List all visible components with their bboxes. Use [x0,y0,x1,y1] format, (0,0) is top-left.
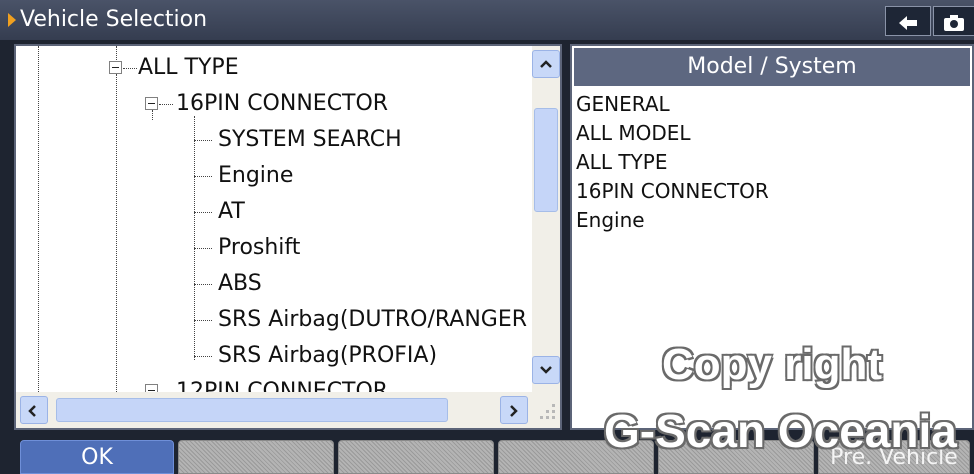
model-row-16pin-connector: 16PIN CONNECTOR [576,179,769,203]
camera-icon [944,15,964,31]
tree-node-16pin-connector[interactable]: 16PIN CONNECTOR [176,86,388,122]
tree-guide-line [152,110,153,120]
scroll-up-button[interactable] [532,50,560,78]
tree-guide-line [159,104,173,105]
tree-guide-line [194,356,212,357]
chevron-down-icon [540,366,552,374]
model-system-header: Model / System [574,48,970,86]
vertical-scroll-thumb[interactable] [534,108,558,212]
chevron-right-icon [510,405,518,417]
resize-grip-icon [532,392,560,428]
tree-guide-line [194,320,212,321]
back-arrow-icon [899,16,917,30]
tree-guide-line [194,284,212,285]
watermark-copyright: Copy right [662,340,882,389]
model-row-engine: Engine [576,208,645,232]
tree-guide-line [116,46,117,62]
tree-node-12pin-connector[interactable]: 12PIN CONNECTOR [176,374,388,392]
model-row-all-model: ALL MODEL [576,121,691,145]
ok-button[interactable]: OK [20,440,174,474]
tree-guide-line [116,74,117,392]
tree-guide-line [194,248,212,249]
tree-guide-line [38,46,39,392]
chevron-left-icon [28,405,36,417]
collapse-toggle-icon[interactable] [109,61,122,74]
tree-guide-line [194,116,195,360]
tree-guide-line [194,140,212,141]
vertical-scrollbar[interactable] [532,46,560,392]
model-row-all-type: ALL TYPE [576,150,668,174]
horizontal-scroll-thumb[interactable] [56,398,448,422]
tree-guide-line [194,212,212,213]
chevron-up-icon [540,60,552,68]
tree-guide-line [194,176,212,177]
scroll-right-button[interactable] [500,396,528,424]
tree-leaf-at[interactable]: AT [218,194,245,230]
tree-leaf-system-search[interactable]: SYSTEM SEARCH [218,122,402,158]
title-bar: Vehicle Selection [0,0,974,40]
camera-button[interactable] [933,6,974,36]
page-title: Vehicle Selection [20,7,208,32]
tree-leaf-proshift[interactable]: Proshift [218,230,300,266]
watermark-company: G-Scan Oceania [604,405,957,457]
tree-guide-line [123,68,137,69]
empty-button-3 [338,440,494,474]
title-arrow-icon [8,13,16,27]
tree-leaf-srs-airbag-dutro[interactable]: SRS Airbag(DUTRO/RANGER [218,302,527,338]
model-row-general: GENERAL [576,92,670,116]
tree-leaf-abs[interactable]: ABS [218,266,262,302]
scroll-left-button[interactable] [20,396,48,424]
empty-button-2 [178,440,334,474]
tree-leaf-engine[interactable]: Engine [218,158,293,194]
scroll-down-button[interactable] [532,356,560,384]
horizontal-scrollbar[interactable] [16,392,532,428]
tree-node-all-type[interactable]: ALL TYPE [138,50,239,86]
back-button[interactable] [885,6,931,36]
tree-leaf-srs-airbag-profia[interactable]: SRS Airbag(PROFIA) [218,338,437,374]
vehicle-tree-panel: ALL TYPE 16PIN CONNECTOR SYSTEM SEARCH E… [14,44,562,430]
collapse-toggle-icon[interactable] [145,97,158,110]
